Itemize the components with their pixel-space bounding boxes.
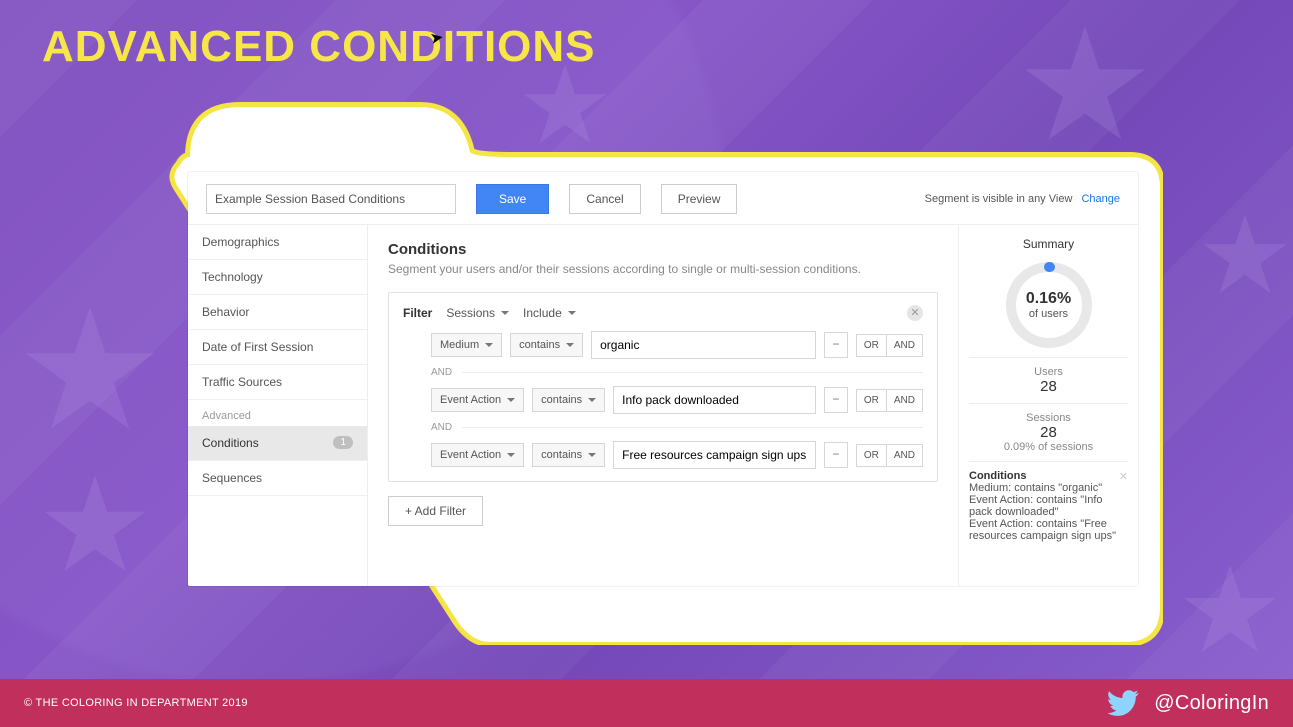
sessions-value: 28 [969, 424, 1128, 441]
caret-down-icon [501, 311, 509, 315]
remove-filter-button[interactable]: ✕ [907, 305, 923, 321]
filter-card: Filter Sessions Include ✕ Medium contain… [388, 292, 938, 482]
or-button[interactable]: OR [856, 444, 887, 467]
or-button[interactable]: OR [856, 334, 887, 357]
caret-down-icon [507, 453, 515, 457]
change-visibility-link[interactable]: Change [1081, 193, 1120, 205]
sidebar-item-demographics[interactable]: Demographics [188, 225, 367, 260]
summary-percent: 0.16% [1026, 290, 1071, 308]
summary-conditions: ✕ Conditions Medium: contains "organic" … [969, 461, 1128, 542]
conditions-count-badge: 1 [333, 436, 353, 449]
dimension-dropdown[interactable]: Medium [431, 333, 502, 357]
condition-row: Event Action contains − ORAND [431, 441, 923, 469]
summary-of-users: of users [1029, 308, 1068, 320]
operator-dropdown[interactable]: contains [510, 333, 583, 357]
summary-panel: Summary 0.16% of users Users 28 [958, 225, 1138, 586]
summary-donut: 0.16% of users [1003, 259, 1095, 351]
save-button[interactable]: Save [476, 184, 549, 214]
panel-subheading: Segment your users and/or their sessions… [388, 262, 938, 276]
caret-down-icon [568, 311, 576, 315]
caret-down-icon [507, 398, 515, 402]
remove-condition-button[interactable]: − [824, 387, 848, 413]
cancel-button[interactable]: Cancel [569, 184, 640, 214]
sidebar-item-technology[interactable]: Technology [188, 260, 367, 295]
and-separator: AND [431, 367, 452, 378]
summary-condition-line: Event Action: contains "Info pack downlo… [969, 494, 1103, 518]
include-dropdown[interactable]: Include [523, 306, 576, 320]
sessions-label: Sessions [969, 412, 1128, 424]
condition-value-input[interactable] [613, 441, 816, 469]
sidebar-item-sequences[interactable]: Sequences [188, 461, 367, 496]
segment-sidebar: Demographics Technology Behavior Date of… [188, 225, 368, 586]
editor-topbar: Save Cancel Preview Segment is visible i… [188, 172, 1138, 225]
caret-down-icon [588, 453, 596, 457]
segment-name-input[interactable] [206, 184, 456, 214]
condition-value-input[interactable] [613, 386, 816, 414]
summary-title: Summary [969, 237, 1128, 251]
condition-row: Event Action contains − ORAND [431, 386, 923, 414]
analytics-segment-editor: Save Cancel Preview Segment is visible i… [188, 172, 1138, 586]
footer-copyright: © THE COLORING IN DEPARTMENT 2019 [24, 697, 248, 709]
sidebar-item-behavior[interactable]: Behavior [188, 295, 367, 330]
and-button[interactable]: AND [887, 389, 923, 412]
sessions-percent: 0.09% of sessions [969, 441, 1128, 453]
clear-summary-button[interactable]: ✕ [1119, 470, 1128, 483]
caret-down-icon [588, 398, 596, 402]
users-value: 28 [969, 378, 1128, 395]
sidebar-item-traffic-sources[interactable]: Traffic Sources [188, 365, 367, 400]
sidebar-section-advanced: Advanced [188, 400, 367, 426]
visibility-label: Segment is visible in any View [925, 193, 1073, 205]
sidebar-item-label: Conditions [202, 436, 259, 450]
remove-condition-button[interactable]: − [824, 442, 848, 468]
footer-handle: @ColoringIn [1154, 692, 1269, 715]
slide-title: ADVANCED CONDITIONS [42, 22, 596, 72]
folder-frame: Save Cancel Preview Segment is visible i… [160, 97, 1163, 645]
condition-row: Medium contains − ORAND [431, 331, 923, 359]
star-icon [1180, 560, 1280, 660]
and-button[interactable]: AND [887, 444, 923, 467]
twitter-icon [1106, 686, 1140, 720]
scope-dropdown[interactable]: Sessions [446, 306, 509, 320]
users-label: Users [969, 366, 1128, 378]
remove-condition-button[interactable]: − [824, 332, 848, 358]
star-icon [1200, 210, 1290, 300]
dimension-dropdown[interactable]: Event Action [431, 443, 524, 467]
operator-dropdown[interactable]: contains [532, 388, 605, 412]
add-filter-button[interactable]: + Add Filter [388, 496, 483, 526]
and-separator: AND [431, 422, 452, 433]
caret-down-icon [485, 343, 493, 347]
condition-value-input[interactable] [591, 331, 816, 359]
panel-heading: Conditions [388, 241, 938, 258]
summary-condition-line: Event Action: contains "Free resources c… [969, 518, 1116, 542]
star-icon [40, 470, 150, 580]
dimension-dropdown[interactable]: Event Action [431, 388, 524, 412]
operator-dropdown[interactable]: contains [532, 443, 605, 467]
sidebar-item-date-first-session[interactable]: Date of First Session [188, 330, 367, 365]
slide-footer: © THE COLORING IN DEPARTMENT 2019 @Color… [0, 679, 1293, 727]
star-icon [20, 300, 160, 440]
summary-condition-line: Medium: contains "organic" [969, 482, 1102, 494]
visibility-text: Segment is visible in any View Change [925, 193, 1120, 205]
filter-label: Filter [403, 306, 432, 320]
preview-button[interactable]: Preview [661, 184, 738, 214]
sidebar-item-conditions[interactable]: Conditions 1 [188, 426, 367, 461]
summary-conditions-title: Conditions [969, 470, 1026, 482]
or-button[interactable]: OR [856, 389, 887, 412]
caret-down-icon [566, 343, 574, 347]
and-button[interactable]: AND [887, 334, 923, 357]
conditions-panel: Conditions Segment your users and/or the… [368, 225, 958, 586]
